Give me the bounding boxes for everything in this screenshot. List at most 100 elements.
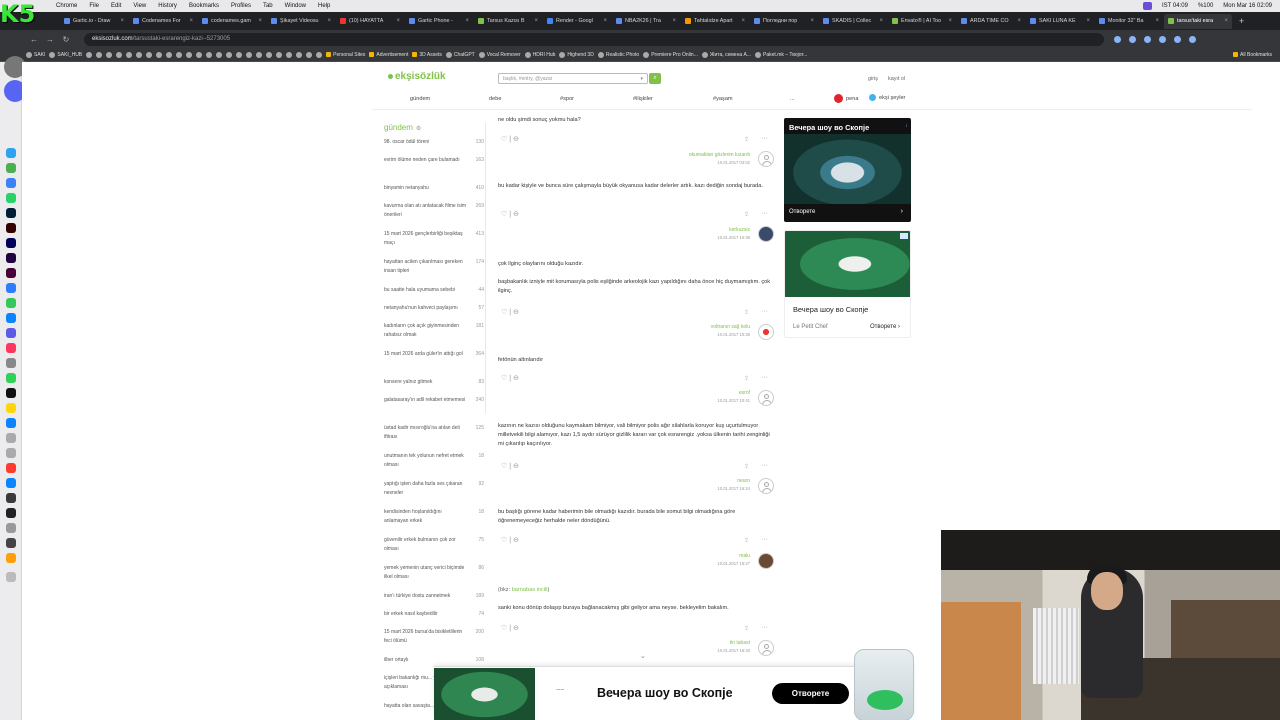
vote-icons[interactable]: ♡ | ⊖ — [501, 536, 519, 544]
topic-item[interactable]: binyamin netanyahu 410 — [384, 184, 484, 202]
menu-file[interactable]: File — [89, 3, 99, 9]
app-icon[interactable] — [6, 448, 16, 458]
app-icon[interactable] — [6, 538, 16, 548]
bookmark-icon[interactable] — [106, 51, 113, 58]
bookmark-icon[interactable] — [86, 51, 93, 58]
pena-link[interactable]: pena — [834, 94, 858, 103]
bookmark-folder[interactable]: Advertisement — [369, 52, 408, 58]
entry-author[interactable]: esrof — [739, 390, 750, 396]
close-icon[interactable]: × — [396, 18, 400, 24]
search-input[interactable]: başlık, #entry, @yazar ▾ — [498, 73, 648, 84]
close-icon[interactable]: × — [948, 18, 952, 24]
author-avatar[interactable] — [758, 553, 774, 569]
close-icon[interactable]: × — [120, 18, 124, 24]
topic-item[interactable]: kendisinden hoşlanıldığını anlamayan erk… — [384, 508, 484, 536]
topic-item[interactable]: yemek yemenin utanç verici biçimde ilkel… — [384, 564, 484, 592]
author-avatar[interactable] — [758, 226, 774, 242]
entry-author[interactable]: malu — [739, 553, 750, 559]
app-icon[interactable] — [6, 373, 16, 383]
browser-tab[interactable]: SAKI LUNA KE × — [1026, 14, 1094, 29]
bookmark-icon[interactable] — [266, 51, 273, 58]
more-icon[interactable]: ··· — [761, 210, 768, 217]
app-icon[interactable] — [6, 433, 16, 443]
bookmark-icon[interactable] — [176, 51, 183, 58]
topic-item[interactable]: kavurma olan atı anlatacak filme isim ön… — [384, 202, 484, 230]
close-icon[interactable]: × — [810, 18, 814, 24]
entry-author[interactable]: voltranın sağ kolu — [711, 324, 750, 330]
bookmark-hdri-hub[interactable]: HDRI Hub — [524, 51, 555, 58]
entry-author[interactable]: neuro — [737, 478, 750, 484]
register-link[interactable]: kayıt ol — [888, 76, 905, 82]
extension-icon[interactable] — [1114, 35, 1121, 43]
gear-icon[interactable]: ⚙ — [416, 126, 421, 132]
ad-cta-link[interactable]: Отворете › — [870, 324, 900, 330]
bookmark-icon[interactable] — [186, 51, 193, 58]
entry-date[interactable]: 10.01.2017 16:27 — [717, 561, 750, 566]
bookmark-icon[interactable] — [206, 51, 213, 58]
ad-cta-button[interactable]: Отворете — [772, 683, 849, 704]
after-effects-icon[interactable] — [6, 253, 16, 263]
browser-tab[interactable]: NBA2K26 | Tra × — [612, 14, 680, 29]
nav-more[interactable]: ... — [790, 96, 795, 102]
entry-author[interactable]: okumaktan gözlerim kızardı — [689, 152, 750, 158]
topic-item[interactable]: hayattan acilen çıkarılması gereken insa… — [384, 258, 484, 286]
extension-icon[interactable] — [1129, 35, 1136, 43]
eksi-seyler-link[interactable]: ekşi şeyler — [869, 94, 905, 101]
browser-tab[interactable]: Render - Googl × — [543, 14, 611, 29]
bookmark-icon[interactable] — [256, 51, 263, 58]
nav-iliskiler[interactable]: #ilişkiler — [633, 96, 653, 102]
vote-icons[interactable]: ♡ | ⊖ — [501, 308, 519, 316]
menu-window[interactable]: Window — [285, 3, 306, 9]
dropdown-caret-icon[interactable]: ▾ — [640, 74, 643, 84]
profile-avatar-icon[interactable] — [1189, 35, 1196, 43]
nav-debe[interactable]: debe — [489, 96, 501, 102]
entry-date[interactable]: 10.01.2017 10:41 — [717, 398, 750, 403]
author-avatar[interactable] — [758, 640, 774, 656]
site-logo[interactable]: ekşisözlük — [388, 71, 446, 82]
new-tab-icon[interactable]: + — [1239, 16, 1244, 26]
close-icon[interactable]: × — [465, 18, 469, 24]
search-button[interactable]: ⌕ — [649, 73, 661, 84]
entry-date[interactable]: 10.01.2017 10:35 — [717, 332, 750, 337]
bookmark-icon[interactable] — [116, 51, 123, 58]
trash-icon[interactable] — [6, 572, 16, 582]
more-icon[interactable]: ··· — [761, 536, 768, 543]
bookmark-zhita[interactable]: Жита, семена А... — [701, 51, 751, 58]
close-icon[interactable]: × — [672, 18, 676, 24]
topic-item[interactable]: galatasaray'ın adil rekabet etmemesi 240 — [384, 396, 484, 424]
author-avatar[interactable] — [758, 151, 774, 167]
menu-view[interactable]: View — [133, 3, 146, 9]
premiere-icon[interactable] — [6, 238, 16, 248]
bookmark-folder[interactable]: 3D Assets — [412, 52, 442, 58]
url-bar[interactable]: eksisozluk.com/tarsustaki-esrarengiz-kaz… — [84, 32, 1104, 46]
back-arrow-icon[interactable]: ← — [26, 35, 42, 44]
share-icon[interactable]: ⇪ — [744, 463, 749, 470]
menubar-clock[interactable]: Mon Mar 16 02:09 — [1223, 3, 1272, 9]
app-icon[interactable] — [6, 463, 16, 473]
login-link[interactable]: giriş — [868, 76, 878, 82]
menu-edit[interactable]: Edit — [111, 3, 121, 9]
browser-tab-active[interactable]: tarsus'taki esra × — [1164, 13, 1232, 29]
menu-chrome[interactable]: Chrome — [56, 3, 77, 9]
bookmark-chatgpt[interactable]: ChatGPT — [445, 51, 475, 58]
share-icon[interactable]: ⇪ — [744, 136, 749, 143]
ad-choices-icon[interactable] — [900, 233, 908, 239]
vote-icons[interactable]: ♡ | ⊖ — [501, 135, 519, 143]
media-encoder-icon[interactable] — [6, 268, 16, 278]
browser-tab[interactable]: Погледни пор × — [750, 14, 818, 29]
bookmark-vocal-remover[interactable]: Vocal Remover — [478, 51, 521, 58]
menu-profiles[interactable]: Profiles — [231, 3, 251, 9]
app-icon[interactable] — [6, 403, 16, 413]
share-icon[interactable]: ⇪ — [744, 537, 749, 544]
menu-tab[interactable]: Tab — [263, 3, 273, 9]
app-icon[interactable] — [6, 178, 16, 188]
bookmark-icon[interactable] — [296, 51, 303, 58]
nav-spor[interactable]: #spor — [560, 96, 574, 102]
share-icon[interactable]: ⇪ — [744, 211, 749, 218]
menubar-app-icon[interactable] — [1143, 2, 1153, 10]
topic-item[interactable]: netanyahu'nun kahveci paylaşımı 57 — [384, 304, 484, 322]
browser-tab[interactable]: ARDA TIME CO × — [957, 14, 1025, 29]
bookmark-icon[interactable] — [96, 51, 103, 58]
close-icon[interactable]: × — [258, 18, 262, 24]
close-icon[interactable]: × — [1155, 18, 1159, 24]
